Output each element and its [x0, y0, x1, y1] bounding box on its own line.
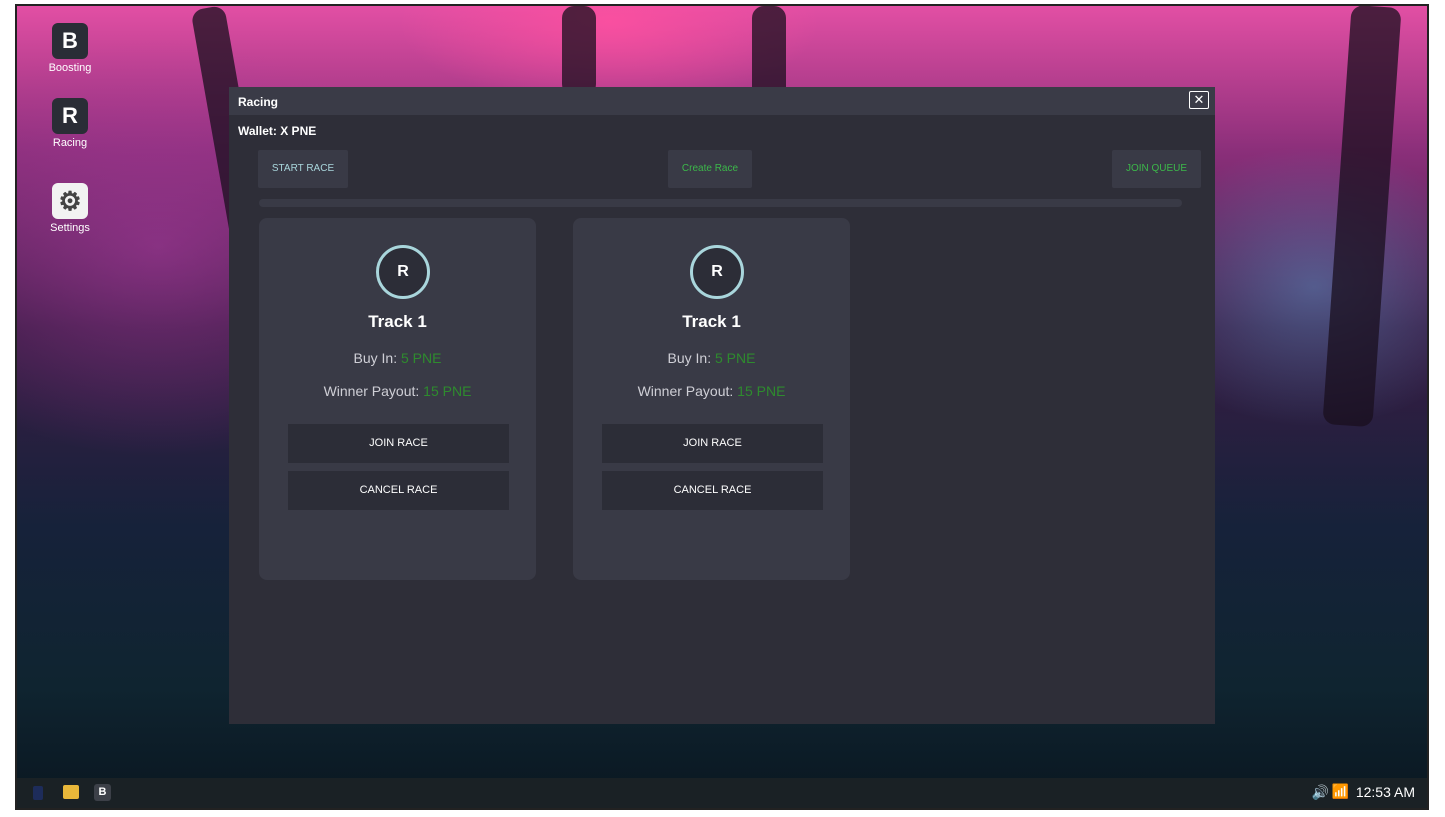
desktop-icon-racing[interactable]: R Racing [40, 98, 100, 149]
taskbar: B 🔊 📶 12:53 AM [17, 778, 1427, 808]
track-name: Track 1 [368, 312, 427, 331]
race-card: R Track 1 Buy In: 5 PNE Winner Payout: 1… [573, 218, 850, 580]
payout-label: Winner Payout: [323, 383, 420, 399]
buy-in-label: Buy In: [353, 350, 398, 366]
start-race-button[interactable]: START RACE [258, 150, 348, 188]
background-palm [1322, 6, 1402, 428]
track-name: Track 1 [682, 312, 741, 331]
desktop-icon-label: Settings [50, 222, 90, 234]
folder-icon[interactable] [63, 785, 79, 799]
winner-payout: Winner Payout: 15 PNE [573, 383, 850, 399]
clock[interactable]: 12:53 AM [1356, 784, 1415, 800]
desktop-icon-label: Boosting [48, 62, 92, 74]
join-queue-button[interactable]: JOIN QUEUE [1112, 150, 1201, 188]
create-race-button[interactable]: Create Race [668, 150, 752, 188]
cancel-race-button[interactable]: CANCEL RACE [288, 471, 509, 510]
racing-window: Racing ✕ Wallet: X PNE START RACE Create… [229, 87, 1215, 724]
buy-in: Buy In: 5 PNE [573, 350, 850, 366]
join-race-button[interactable]: JOIN RACE [602, 424, 823, 463]
buy-in-label: Buy In: [667, 350, 712, 366]
payout-value: 15 PNE [737, 383, 786, 399]
race-avatar: R [376, 245, 430, 299]
close-button[interactable]: ✕ [1189, 91, 1209, 109]
buy-in-value: 5 PNE [401, 350, 442, 366]
volume-icon[interactable]: 🔊 [1312, 784, 1329, 801]
buy-in: Buy In: 5 PNE [259, 350, 536, 366]
join-race-button[interactable]: JOIN RACE [288, 424, 509, 463]
window-titlebar[interactable]: Racing ✕ [229, 87, 1215, 115]
gear-icon: ⚙ [52, 183, 88, 219]
cancel-race-button[interactable]: CANCEL RACE [602, 471, 823, 510]
racing-icon: R [52, 98, 88, 134]
taskbar-app-icon[interactable]: B [94, 784, 111, 801]
payout-label: Winner Payout: [637, 383, 734, 399]
background-palm [562, 6, 596, 96]
race-card: R Track 1 Buy In: 5 PNE Winner Payout: 1… [259, 218, 536, 580]
boosting-icon: B [52, 23, 88, 59]
desktop-icon-settings[interactable]: ⚙ Settings [40, 183, 100, 234]
buy-in-value: 5 PNE [715, 350, 756, 366]
divider [259, 199, 1182, 207]
race-avatar: R [690, 245, 744, 299]
winner-payout: Winner Payout: 15 PNE [259, 383, 536, 399]
desktop-icon-label: Racing [52, 137, 88, 149]
wifi-icon[interactable]: 📶 [1332, 783, 1349, 800]
payout-value: 15 PNE [423, 383, 472, 399]
start-icon[interactable] [33, 786, 43, 800]
wallet-balance: Wallet: X PNE [238, 124, 317, 138]
desktop-icon-boosting[interactable]: B Boosting [40, 23, 100, 74]
window-title: Racing [238, 95, 279, 109]
